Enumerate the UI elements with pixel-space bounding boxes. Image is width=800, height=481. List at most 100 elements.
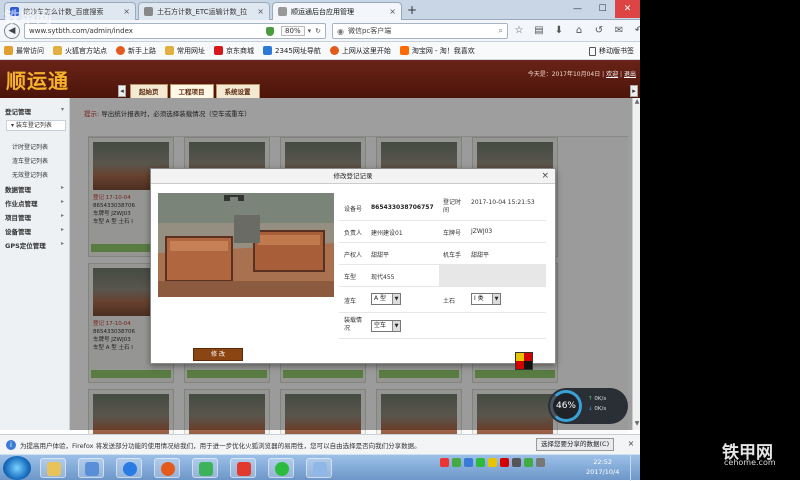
taskbar-media[interactable] [78,458,104,478]
share-data-button[interactable]: 选择您要分享的数据(C) [536,438,615,451]
bookmark-label: 火狐官方站点 [65,46,107,55]
bookmark-item[interactable]: 上网从这里开始 [329,46,391,56]
search-icon[interactable]: ⌕ [499,26,503,36]
new-tab-button[interactable]: + [404,3,420,18]
shield-icon[interactable] [266,26,275,36]
browser-tab-etc[interactable]: 土石方计数_ETC运输计数_拉 × [138,2,270,20]
tab-scroll-right-icon[interactable]: ▸ [630,85,638,97]
sidebar-item-timed-list[interactable]: 计时登记列表 [12,142,48,151]
volume-icon[interactable] [536,458,545,467]
load-select[interactable]: 空车 ▼ [371,320,401,332]
sidebar-group-gps[interactable]: GPS定位管理 ▸ [5,240,64,250]
taskbar-sogou[interactable] [116,458,142,478]
url-bar[interactable]: www.sytbth.com/admin/index 80% ▾ ↻ [24,23,326,39]
browser-tab-admin[interactable]: 顺运通后台应用管理 × [272,2,402,20]
modify-button[interactable]: 修 改 [193,348,243,361]
taskbar-explorer[interactable] [40,458,66,478]
tray-app-icon[interactable] [452,458,461,467]
close-tab-icon[interactable]: × [119,7,130,16]
bookmark-item[interactable]: 最常访问 [4,46,44,56]
close-tab-icon[interactable]: × [385,7,396,16]
sync-icon[interactable]: ↺ [592,23,606,39]
library-icon[interactable]: ▤ [532,23,546,39]
bookmark-item[interactable]: 新手上路 [116,46,156,56]
sidebar-group-device[interactable]: 设备管理 ▸ [5,226,64,236]
soil-select[interactable]: Ⅰ 类 ▼ [471,293,501,305]
bookmark-item[interactable]: 常用网址 [165,46,205,56]
tray-app-icon[interactable] [464,458,473,467]
search-input[interactable]: ◉ 微信pc客户端 ⌕ [332,23,508,39]
taskbar-firefox[interactable] [154,458,180,478]
reload-icon[interactable]: ↻ [315,27,321,35]
tray-app-icon[interactable] [476,458,485,467]
chevron-down-icon[interactable]: ▾ [308,27,312,35]
chevron-right-icon: ▸ [61,212,65,219]
2345-icon [263,46,272,55]
tab-label: 顺运通后台应用管理 [291,7,354,16]
start-button[interactable] [3,456,31,480]
chat-icon[interactable]: ✉ [612,23,626,39]
tray-app-icon[interactable] [488,458,497,467]
taskbar-sogou-input[interactable] [230,458,256,478]
network-speed-widget[interactable]: 46% ↑ 0K/s ↓ 0K/s [548,388,628,424]
show-desktop-button[interactable] [630,455,640,481]
tray-app-icon[interactable] [500,458,509,467]
welcome-link[interactable]: 欢迎 [606,71,618,78]
bookmark-item[interactable]: 火狐官方站点 [53,46,107,56]
system-clock[interactable]: 22:52 2017/10/4 [586,457,619,477]
bookmark-star-icon[interactable]: ☆ [512,23,526,39]
tab-system-settings[interactable]: 系统设置 [215,84,260,98]
firefox-icon [116,46,125,55]
sidebar-group-registration[interactable]: 登记管理 ▾ [5,106,64,116]
plate-value: JZWJ03 [471,228,493,235]
tab-start-page[interactable]: 起始页 [130,84,168,98]
car-type-select[interactable]: A 型 ▼ [371,293,401,305]
media-icon [85,462,99,476]
usage-percent: 46% [550,390,582,422]
form-row: 产权人 甜甜平 机车手 甜甜平 [339,243,546,265]
close-window-icon[interactable]: ✕ [615,0,640,18]
colored-square-icon[interactable] [515,352,533,370]
minimize-icon[interactable]: — [565,0,590,18]
sidebar-item-invalid-list[interactable]: 无效登记列表 [12,170,48,179]
edit-record-dialog: 修改登记记录 × 设备号 865433038706757 登记时间 2017-1… [150,168,556,364]
bookmark-item[interactable]: 淘宝网 - 淘！我喜欢 [399,46,475,56]
maximize-icon[interactable]: ☐ [590,0,615,18]
sidebar-group-worksite[interactable]: 作业点管理 ▸ [5,198,64,208]
url-text: www.sytbth.com/admin/index [29,27,133,35]
taskbar-paint[interactable] [306,458,332,478]
taskbar-2144[interactable] [192,458,218,478]
close-tab-icon[interactable]: × [253,7,264,16]
sidebar-group-project[interactable]: 项目管理 ▸ [5,212,64,222]
firefox-icon [329,46,339,55]
date-text: 今天是：2017年10月04日 [527,71,601,78]
bookmark-item[interactable]: 京东商城 [214,46,254,56]
search-engine-icon[interactable]: ◉ [337,27,344,36]
bookmark-item[interactable]: 2345网址导航 [263,46,321,56]
truck-photo-large[interactable] [158,193,334,297]
watermark-url: cehome.com [724,458,776,467]
page-scrollbar[interactable]: ▲ ▼ [632,98,640,430]
download-icon[interactable]: ⬇ [552,23,566,39]
model-label: 车型 [344,274,357,281]
close-icon[interactable]: × [626,438,636,450]
logout-link[interactable]: 退出 [624,71,636,78]
tray-app-icon[interactable] [512,458,521,467]
bookmarks-bar: 最常访问 火狐官方站点 新手上路 常用网址 京东商城 2345网址导航 上网从这… [0,42,640,60]
owner-value: 建州建设01 [371,230,403,237]
taskbar-wechat[interactable] [268,458,294,478]
sidebar-item-loading-list[interactable]: ▾ 装车登记列表 [6,120,66,131]
home-icon[interactable]: ⌂ [572,23,586,39]
firefox-icon [161,462,175,476]
tab-projects[interactable]: 工程项目 [169,84,214,98]
network-icon[interactable] [524,458,533,467]
tray-app-icon[interactable] [440,458,449,467]
close-icon[interactable]: × [541,169,549,184]
tab-scroll-left-icon[interactable]: ◂ [118,85,126,97]
sidebar-group-data[interactable]: 数据管理 ▸ [5,184,64,194]
mobile-bookmarks[interactable]: 移动版书签 [589,46,634,56]
zoom-level[interactable]: 80% [281,26,305,36]
sidebar-item-dump-list[interactable]: 渣车登记列表 [12,156,48,165]
soil-value: Ⅰ 类 [474,295,484,302]
bookmark-label: 淘宝网 - 淘！我喜欢 [411,46,475,55]
